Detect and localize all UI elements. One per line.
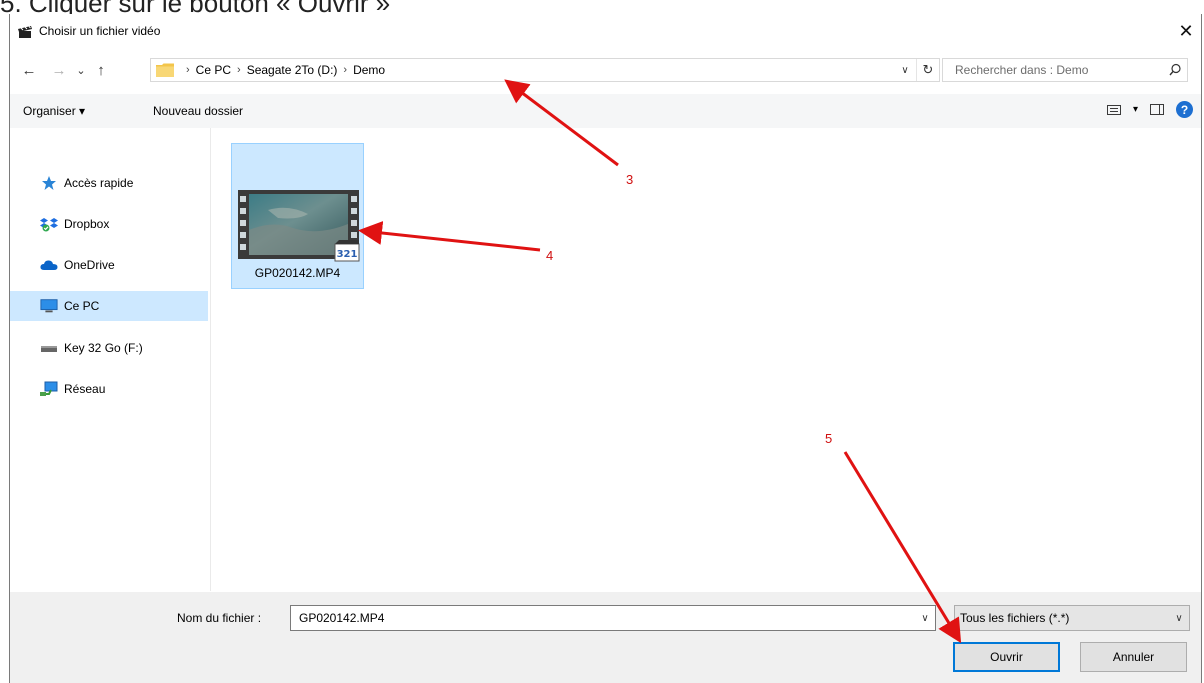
- filetype-dropdown-icon[interactable]: ∨: [1169, 613, 1189, 624]
- sidebar-item-this-pc[interactable]: Ce PC: [10, 291, 208, 321]
- dropbox-icon: [40, 216, 58, 232]
- media-player-badge-icon: 321: [334, 240, 360, 262]
- annotation-label-5: 5: [825, 431, 833, 446]
- file-name: GP020142.MP4: [254, 266, 341, 280]
- star-icon: [40, 175, 58, 191]
- clapperboard-icon: [18, 26, 32, 38]
- breadcrumb-item-demo[interactable]: Demo: [353, 63, 385, 77]
- address-dropdown-button[interactable]: ∨: [895, 59, 915, 81]
- annotation-label-3: 3: [626, 172, 634, 187]
- recent-locations-button[interactable]: ⌄: [70, 58, 92, 82]
- breadcrumb-item-seagate[interactable]: Seagate 2To (D:): [247, 63, 338, 77]
- badge-text: 321: [337, 249, 358, 260]
- network-icon: [40, 381, 58, 397]
- sidebar-item-onedrive[interactable]: OneDrive: [10, 250, 208, 280]
- filename-label: Nom du fichier :: [177, 611, 262, 625]
- file-item[interactable]: 321 GP020142.MP4: [231, 143, 364, 289]
- refresh-button[interactable]: ↻: [916, 59, 939, 81]
- breadcrumb-separator: ›: [237, 64, 241, 76]
- navigation-bar: ← → ⌄ ↑ › Ce PC › Seagate 2To (D:) › Dem…: [10, 54, 1201, 86]
- file-dialog: Choisir un fichier vidéo ✕ ← → ⌄ ↑ › Ce …: [9, 14, 1202, 683]
- folder-icon: [156, 63, 174, 77]
- forward-button[interactable]: →: [48, 58, 70, 82]
- filetype-value: Tous les fichiers (*.*): [960, 611, 1070, 625]
- new-folder-button[interactable]: Nouveau dossier: [153, 94, 243, 128]
- view-controls: ▾ ?: [1106, 101, 1193, 118]
- cancel-button[interactable]: Annuler: [1080, 642, 1187, 672]
- sidebar-item-label: OneDrive: [64, 258, 115, 272]
- filename-dropdown-icon[interactable]: ∨: [915, 613, 935, 624]
- sidebar-item-dropbox[interactable]: Dropbox: [10, 209, 208, 239]
- breadcrumb-separator: ›: [343, 64, 348, 76]
- organize-button[interactable]: Organiser ▾: [23, 94, 85, 128]
- filename-value[interactable]: GP020142.MP4: [299, 611, 915, 625]
- breadcrumb-item-ce-pc[interactable]: Ce PC: [196, 63, 231, 77]
- up-button[interactable]: ↑: [90, 58, 112, 82]
- sidebar-item-label: Accès rapide: [64, 176, 134, 190]
- sidebar-item-quick-access[interactable]: Accès rapide: [10, 168, 208, 198]
- window-title: Choisir un fichier vidéo: [39, 24, 161, 38]
- annotation-label-4: 4: [546, 248, 554, 263]
- filetype-select[interactable]: Tous les fichiers (*.*) ∨: [954, 605, 1190, 631]
- search-input[interactable]: Rechercher dans : Demo: [942, 58, 1188, 82]
- filename-input[interactable]: GP020142.MP4 ∨: [290, 605, 936, 631]
- sidebar-item-usb-key[interactable]: Key 32 Go (F:): [10, 333, 208, 363]
- change-view-icon[interactable]: [1106, 104, 1121, 115]
- command-bar: Organiser ▾ Nouveau dossier ▾ ?: [10, 94, 1201, 128]
- sidebar-item-network[interactable]: Réseau: [10, 374, 208, 404]
- dialog-footer: Nom du fichier : GP020142.MP4 ∨ Tous les…: [10, 592, 1201, 683]
- sidebar-item-label: Réseau: [64, 382, 106, 396]
- search-icon[interactable]: [1163, 63, 1187, 77]
- sidebar-item-label: Key 32 Go (F:): [64, 341, 143, 355]
- title-bar: Choisir un fichier vidéo ✕: [10, 14, 1201, 48]
- preview-pane-icon[interactable]: [1150, 104, 1164, 115]
- help-icon[interactable]: ?: [1176, 101, 1193, 118]
- sidebar-item-label: Ce PC: [64, 299, 100, 313]
- search-placeholder: Rechercher dans : Demo: [955, 63, 1089, 77]
- navigation-pane: Accès rapide Dropbox OneDrive Ce PC Key …: [10, 128, 211, 591]
- breadcrumb: › Ce PC › Seagate 2To (D:) › Demo: [180, 63, 385, 77]
- drive-icon: [40, 340, 58, 356]
- cloud-icon: [40, 257, 58, 273]
- open-button[interactable]: Ouvrir: [953, 642, 1060, 672]
- address-bar[interactable]: › Ce PC › Seagate 2To (D:) › Demo ∨ ↻: [150, 58, 940, 82]
- back-button[interactable]: ←: [18, 58, 40, 82]
- sidebar-item-label: Dropbox: [64, 217, 110, 231]
- view-options-dropdown[interactable]: ▾: [1133, 104, 1138, 115]
- close-button[interactable]: ✕: [1171, 14, 1201, 48]
- breadcrumb-separator: ›: [186, 64, 190, 76]
- file-list: 321 GP020142.MP4: [211, 128, 1201, 591]
- computer-icon: [40, 298, 58, 314]
